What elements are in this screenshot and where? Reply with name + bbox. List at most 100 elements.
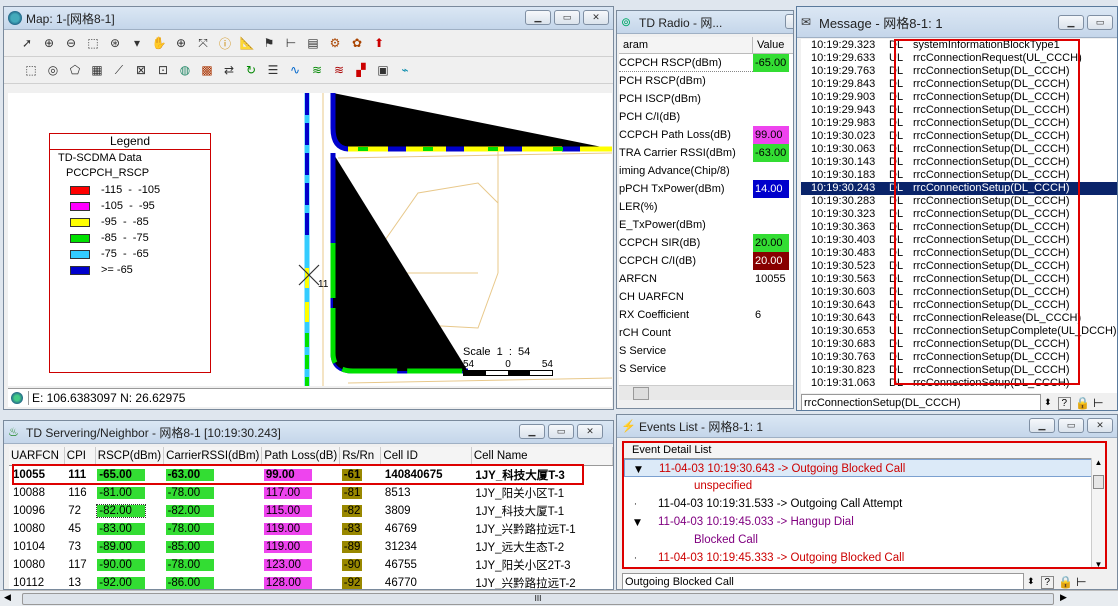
zoom-in-icon[interactable]: ⊕	[40, 34, 58, 52]
events-maximize-button[interactable]: ▭	[1058, 418, 1084, 433]
pan-icon[interactable]: ✋	[150, 34, 168, 52]
td-radio-row[interactable]: S Service	[619, 360, 793, 378]
td-radio-row[interactable]: CCPCH SIR(dB) 20.00	[619, 234, 793, 252]
event-row[interactable]: unspecified	[624, 477, 1105, 495]
workspace-hscroll[interactable]: ◀ III ▶	[0, 590, 1118, 606]
td-radio-row[interactable]: CCPCH RSCP(dBm) -65.00	[619, 54, 793, 72]
td-radio-row[interactable]: PCH RSCP(dBm)	[619, 72, 793, 90]
reload-icon[interactable]: ↻	[242, 61, 260, 79]
map-titlebar[interactable]: Map: 1-[网格8-1] ▁ ▭ ✕	[4, 7, 613, 30]
target-icon[interactable]: ⊕	[172, 34, 190, 52]
palette-icon[interactable]: ▣	[374, 61, 392, 79]
event-row[interactable]: ▼ 11-04-03 10:19:45.033 -> Hangup Dial	[624, 513, 1105, 531]
td-radio-row[interactable]: RX Coefficient 6	[619, 306, 793, 324]
events-scroll-up-icon[interactable]: ▲	[1092, 458, 1105, 467]
td-radio-row[interactable]: iming Advance(Chip/8)	[619, 162, 793, 180]
serving-column-header[interactable]: CPI	[64, 447, 96, 466]
label-icon[interactable]: ▦	[88, 61, 106, 79]
events-help-icon[interactable]: ?	[1040, 575, 1055, 589]
events-lock-icon[interactable]: 🔒	[1058, 575, 1073, 589]
export-icon[interactable]: ⬆	[370, 34, 388, 52]
event-row[interactable]: ▼ 11-04-03 10:19:30.643 -> Outgoing Block…	[624, 459, 1105, 477]
serving-row[interactable]: 10088 116 -81.00 -78.00 117.00 -81 8513 1JY_阳关小…	[9, 484, 613, 502]
serving-titlebar[interactable]: ♨ TD Servering/Neighbor - 网格8-1 [10:19:3…	[4, 421, 613, 444]
maximize-button[interactable]: ▭	[554, 10, 580, 25]
serving-column-header[interactable]: UARFCN	[9, 447, 65, 466]
measure-icon[interactable]: ⤧	[194, 34, 212, 52]
serving-column-header[interactable]: Rs/Rn	[339, 447, 382, 466]
td-radio-row[interactable]: LER(%)	[619, 198, 793, 216]
layers-icon[interactable]: ▤	[304, 34, 322, 52]
scroll-right-icon[interactable]: ▶	[1060, 592, 1067, 603]
message-minimize-button[interactable]: ▁	[1058, 15, 1084, 30]
color-icon[interactable]: ▞	[352, 61, 370, 79]
site-icon[interactable]: ⚑	[260, 34, 278, 52]
events-close-button[interactable]: ✕	[1087, 418, 1113, 433]
events-spin-icon[interactable]: ⬍	[1027, 577, 1035, 587]
td-radio-row[interactable]: TRA Carrier RSSI(dBm) -63.00	[619, 144, 793, 162]
serving-column-header[interactable]: RSCP(dBm)	[95, 447, 165, 466]
zoom-select-icon[interactable]: ⊛	[106, 34, 124, 52]
refresh-map-icon[interactable]: ✿	[348, 34, 366, 52]
td-radio-row[interactable]: PCH C/I(dB)	[619, 108, 793, 126]
serving-row[interactable]: 10112 13 -92.00 -86.00 128.00 -92 46770 1JY_兴黔路…	[9, 574, 613, 589]
map-settings-icon[interactable]: ⚙	[326, 34, 344, 52]
serving-close-button[interactable]: ✕	[577, 424, 603, 439]
event-row[interactable]: · 11-04-03 10:19:31.533 -> Outgoing Call …	[624, 495, 1105, 513]
wave-icon[interactable]: ∿	[286, 61, 304, 79]
serving-column-header[interactable]: Cell Name	[471, 447, 613, 466]
dropdown-arrow-icon[interactable]: ▾	[128, 34, 146, 52]
message-spin-icon[interactable]: ⬍	[1044, 398, 1052, 408]
line-icon[interactable]: ⟋	[110, 61, 128, 79]
pointer-icon[interactable]: ➚	[18, 34, 36, 52]
collapse-icon[interactable]: ▼	[634, 514, 648, 532]
message-titlebar[interactable]: ✉ Message - 网格8-1: 1 ▁ ▭	[797, 7, 1117, 38]
td-radio-row[interactable]: pPCH TxPower(dBm) 14.00	[619, 180, 793, 198]
events-filter-field[interactable]: Outgoing Blocked Call	[622, 573, 1024, 589]
event-row[interactable]: Blocked Call	[624, 531, 1105, 549]
message-help-icon[interactable]: ?	[1057, 396, 1072, 410]
message-tree-icon[interactable]: ⊢	[1093, 396, 1103, 410]
td-radio-hscroll[interactable]	[619, 385, 793, 400]
td-radio-row[interactable]: CH UARFCN	[619, 288, 793, 306]
graph-icon[interactable]: ⊡	[154, 61, 172, 79]
serving-row[interactable]: 10104 73 -89.00 -85.00 119.00 -89 31234 1JY_远大生…	[9, 538, 613, 556]
workspace-scroll-thumb[interactable]: III	[22, 593, 1054, 605]
td-radio-row[interactable]: ARFCN 10055	[619, 270, 793, 288]
serving-minimize-button[interactable]: ▁	[519, 424, 545, 439]
td-radio-row[interactable]: S Service	[619, 342, 793, 360]
event-row[interactable]: · 11-04-03 10:19:45.333 -> Outgoing Block…	[624, 549, 1105, 567]
scroll-left-icon[interactable]: ◀	[4, 592, 11, 603]
td-radio-row[interactable]: E_TxPower(dBm)	[619, 216, 793, 234]
events-titlebar[interactable]: ⚡ Events List - 网格8-1: 1 ▁ ▭ ✕	[617, 415, 1117, 438]
map-canvas[interactable]: 11 Legend TD-SCDMA Data PCCPCH_RSCP -115…	[8, 93, 612, 386]
chart-icon[interactable]: ⊠	[132, 61, 150, 79]
message-filter-field[interactable]: rrcConnectionSetup(DL_CCCH)	[801, 394, 1041, 410]
serving-maximize-button[interactable]: ▭	[548, 424, 574, 439]
select-icon[interactable]: ⬚	[22, 61, 40, 79]
td-radio-scroll-thumb[interactable]	[633, 387, 649, 400]
events-minimize-button[interactable]: ▁	[1029, 418, 1055, 433]
stack2-icon[interactable]: ≋	[330, 61, 348, 79]
message-lock-icon[interactable]: 🔒	[1075, 396, 1090, 410]
serving-row[interactable]: 10080 117 -90.00 -78.00 123.00 -90 46755 1JY_阳关…	[9, 556, 613, 574]
ruler-icon[interactable]: 📐	[238, 34, 256, 52]
grid-icon[interactable]: ▩	[198, 61, 216, 79]
poly-select-icon[interactable]: ⬠	[66, 61, 84, 79]
serving-column-header[interactable]: Cell ID	[380, 447, 472, 466]
tree-icon[interactable]: ⊢	[282, 34, 300, 52]
info-icon[interactable]: ⓘ	[216, 34, 234, 52]
td-radio-row[interactable]: PCH ISCP(dBm)	[619, 90, 793, 108]
route-icon[interactable]: ⌁	[396, 61, 414, 79]
stack-icon[interactable]: ≋	[308, 61, 326, 79]
minimize-button[interactable]: ▁	[525, 10, 551, 25]
earth-icon[interactable]: ◍	[176, 61, 194, 79]
serving-row[interactable]: 10080 45 -83.00 -78.00 119.00 -83 46769 1JY_兴黔路…	[9, 520, 613, 538]
serving-column-header[interactable]: CarrierRSSI(dBm)	[163, 447, 263, 466]
message-list[interactable]: 10:19:29.323 DL systemInformationBlockType…	[801, 39, 1117, 393]
circle-select-icon[interactable]: ◎	[44, 61, 62, 79]
serving-column-header[interactable]: Path Loss(dB)	[261, 447, 341, 466]
message-maximize-button[interactable]: ▭	[1087, 15, 1113, 30]
td-radio-titlebar[interactable]: ⊚ TD Radio - 网... ▁	[617, 11, 793, 34]
td-radio-row[interactable]: CCPCH C/I(dB) 20.00	[619, 252, 793, 270]
